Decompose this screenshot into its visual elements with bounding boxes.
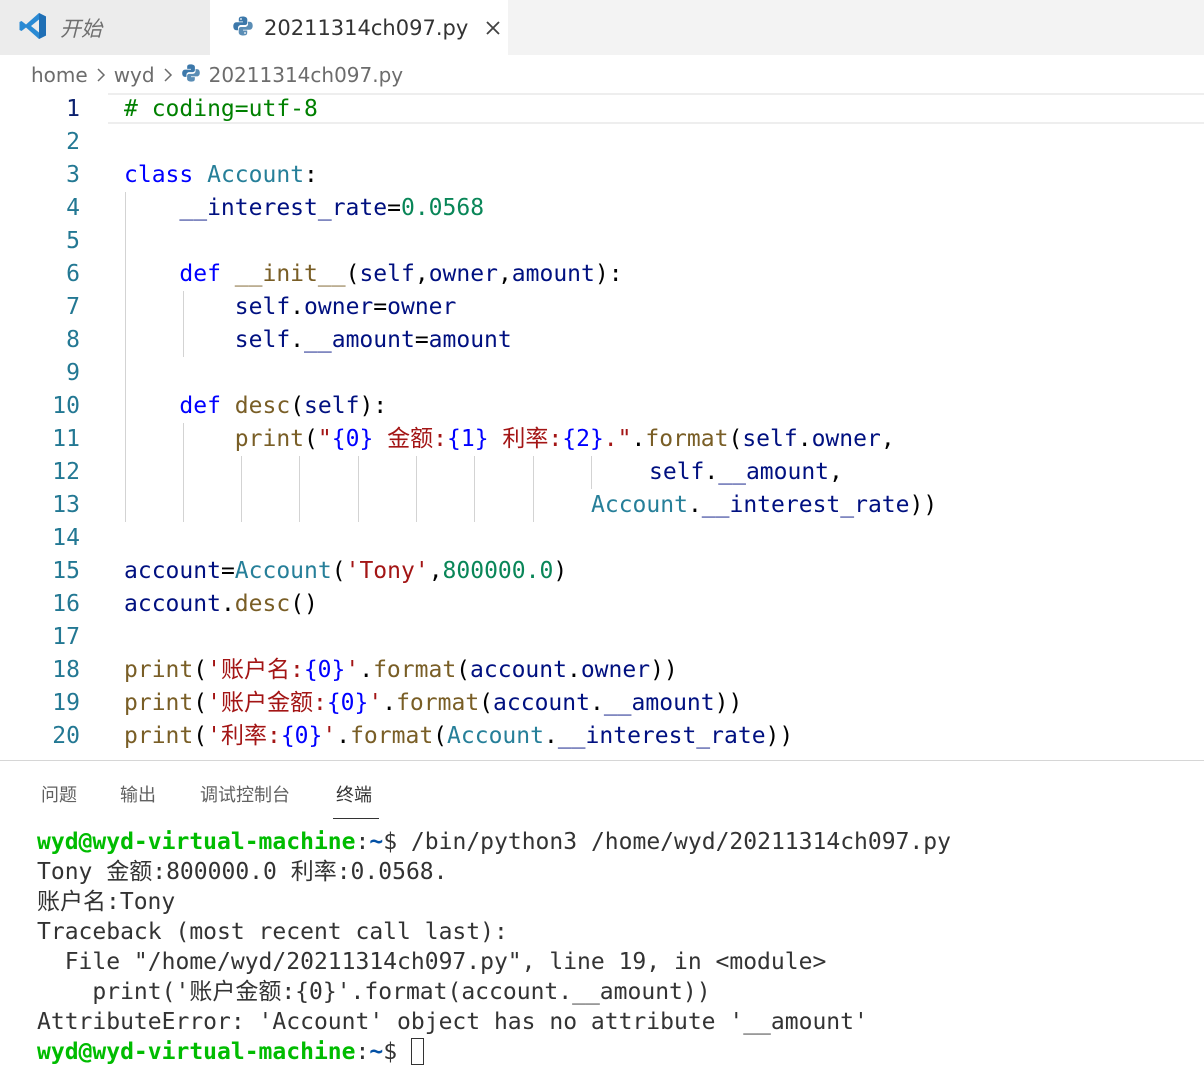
line-number: 20 [52,723,80,749]
line-number: 19 [52,690,80,716]
close-icon[interactable] [482,17,504,39]
tab-problems[interactable]: 问题 [41,781,77,807]
python-icon [181,63,201,87]
code-text: class Account: [124,162,318,188]
terminal-line: print('账户金额:{0}'.format(account.__amount… [37,979,711,1005]
code-text: account=Account('Tony',800000.0) [124,558,568,584]
breadcrumb-item-file[interactable]: 20211314ch097.py [181,63,404,87]
code-text: print('账户名:{0}'.format(account.owner)) [124,657,678,683]
line-number: 15 [52,558,80,584]
terminal-output[interactable]: wyd@wyd-virtual-machine:~$ /bin/python3 … [37,827,951,1067]
code-line[interactable]: 19 print('账户金额:{0}'.format(account.__amo… [0,687,1204,720]
code-line[interactable]: 9 [0,357,1204,390]
line-number: 3 [66,162,80,188]
terminal-line: 账户名:Tony [37,889,176,915]
code-line[interactable]: 6 def __init__(self,owner,amount): [0,258,1204,291]
chevron-right-icon [163,67,173,83]
breadcrumb-item-wyd[interactable]: wyd [114,63,155,87]
breadcrumb-file-label: 20211314ch097.py [208,63,404,87]
python-icon [232,15,254,41]
code-line[interactable]: 13 Account.__interest_rate)) [0,489,1204,522]
code-text: Account.__interest_rate)) [591,492,938,518]
code-text: def __init__(self,owner,amount): [179,261,623,287]
breadcrumb: home wyd 20211314ch097.py [0,55,1204,95]
terminal-line: Traceback (most recent call last): [37,919,508,945]
tab-file-label: 20211314ch097.py [264,15,469,40]
code-line[interactable]: 1 # coding=utf-8 [0,93,1204,126]
code-line[interactable]: 16 account.desc() [0,588,1204,621]
line-number: 13 [52,492,80,518]
code-text: print('账户金额:{0}'.format(account.__amount… [124,690,743,716]
breadcrumb-item-home[interactable]: home [31,63,88,87]
code-text: self.__amount=amount [234,327,512,353]
code-text: print("{0} 金额:{1} 利率:{2}.".format(self.o… [234,426,895,452]
terminal-line: File "/home/wyd/20211314ch097.py", line … [37,949,827,975]
terminal-command-line: wyd@wyd-virtual-machine:~$ /bin/python3 … [37,829,951,855]
line-number: 7 [66,294,80,320]
code-line[interactable]: 4 __interest_rate=0.0568 [0,192,1204,225]
code-text: self.__amount, [649,459,843,485]
terminal-prompt-line: wyd@wyd-virtual-machine:~$ [37,1037,951,1067]
code-text: print('利率:{0}'.format(Account.__interest… [124,723,794,749]
active-tab-indicator [333,818,379,819]
code-line[interactable]: 7 self.owner=owner [0,291,1204,324]
code-text: __interest_rate=0.0568 [179,195,485,221]
line-number: 9 [66,360,80,386]
code-line[interactable]: 11 print("{0} 金额:{1} 利率:{2}.".format(sel… [0,423,1204,456]
code-line[interactable]: 2 [0,126,1204,159]
tab-start-label: 开始 [60,16,102,41]
line-number: 10 [52,393,80,419]
code-line[interactable]: 12 self.__amount, [0,456,1204,489]
tab-terminal[interactable]: 终端 [336,781,372,807]
code-line[interactable]: 8 self.__amount=amount [0,324,1204,357]
code-line[interactable]: 14 [0,522,1204,555]
line-number: 6 [66,261,80,287]
line-number: 12 [52,459,80,485]
terminal-line: AttributeError: 'Account' object has no … [37,1009,868,1035]
tab-debug-console[interactable]: 调试控制台 [200,781,290,807]
terminal-cursor [410,1038,424,1065]
line-number: 16 [52,591,80,617]
line-number: 2 [66,129,80,155]
code-line[interactable]: 10 def desc(self): [0,390,1204,423]
tab-start[interactable]: 开始 [0,0,210,55]
code-line[interactable]: 18 print('账户名:{0}'.format(account.owner)… [0,654,1204,687]
terminal-line: Tony 金额:800000.0 利率:0.0568. [37,859,448,885]
tab-bar: 开始 20211314ch097.py [0,0,1204,55]
line-number: 18 [52,657,80,683]
code-line[interactable]: 3 class Account: [0,159,1204,192]
line-number: 8 [66,327,80,353]
line-number: 4 [66,195,80,221]
code-text: self.owner=owner [234,294,457,320]
chevron-right-icon [96,67,106,83]
line-number: 11 [52,426,80,452]
vscode-logo-icon [18,11,48,45]
tab-python-file[interactable]: 20211314ch097.py [210,0,508,55]
code-line[interactable]: 5 [0,225,1204,258]
line-number: 17 [52,624,80,650]
code-text: def desc(self): [179,393,388,419]
bottom-panel: 问题 输出 调试控制台 终端 wyd@wyd-virtual-machine:~… [0,760,1204,1079]
line-number: 1 [66,96,80,122]
code-text: account.desc() [124,591,318,617]
code-line[interactable]: 20 print('利率:{0}'.format(Account.__inter… [0,720,1204,753]
code-line[interactable]: 17 [0,621,1204,654]
line-number: 5 [66,228,80,254]
code-text: # coding=utf-8 [124,96,318,122]
code-editor[interactable]: 1 # coding=utf-8 2 3 class Account: 4 __… [0,93,1204,760]
line-number: 14 [52,525,80,551]
tab-output[interactable]: 输出 [120,781,156,807]
code-line[interactable]: 15 account=Account('Tony',800000.0) [0,555,1204,588]
